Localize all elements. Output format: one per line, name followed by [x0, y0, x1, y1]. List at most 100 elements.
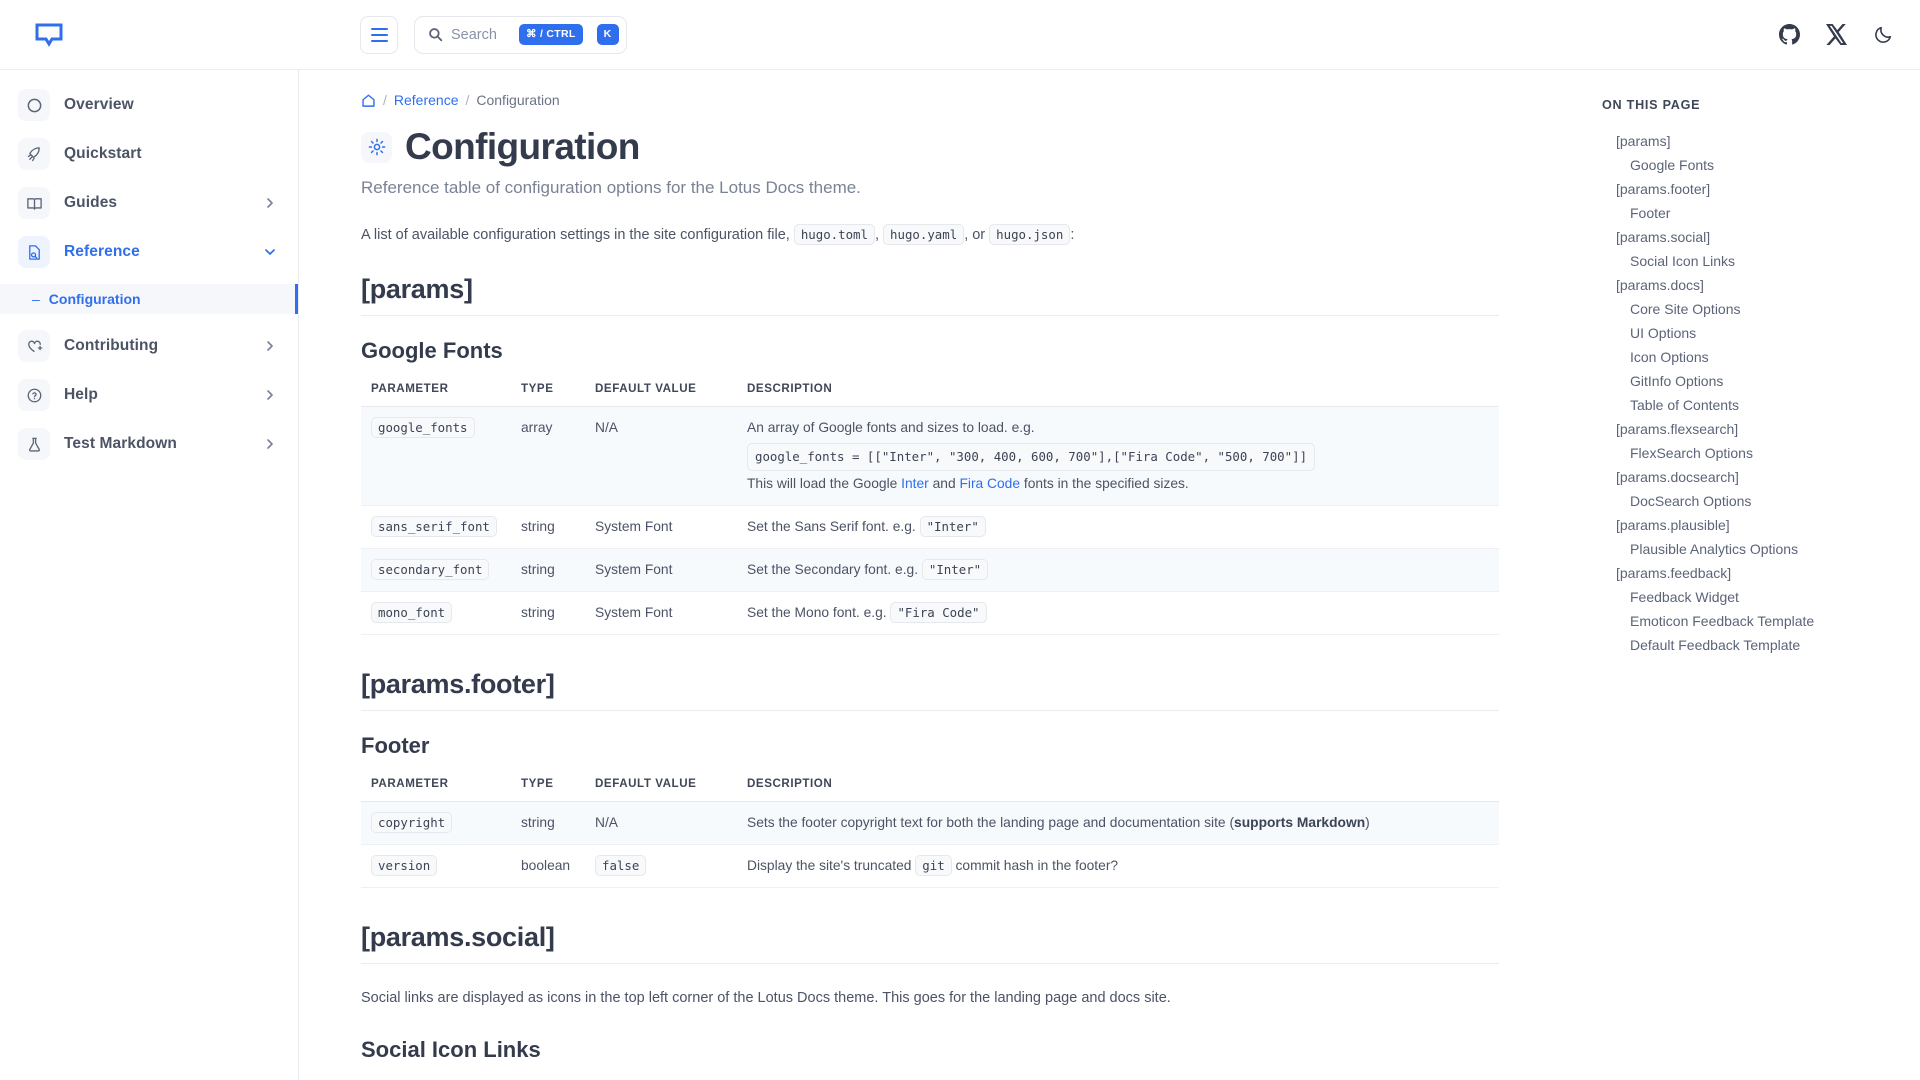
sidebar-label-overview: Overview [64, 96, 134, 114]
cell-default: false [585, 844, 737, 887]
table-row: version boolean false Display the site's… [361, 844, 1499, 887]
breadcrumb-separator-1: / [383, 92, 387, 108]
desc-bold: supports Markdown [1234, 815, 1365, 830]
sidebar-label-guides: Guides [64, 194, 117, 212]
toc-item[interactable]: Social Icon Links [1602, 249, 1890, 273]
lotus-docs-logo-icon [35, 22, 63, 48]
cell-default: N/A [585, 801, 737, 844]
sidebar-label-quickstart: Quickstart [64, 145, 142, 163]
chevron-right-icon[interactable] [264, 438, 276, 450]
breadcrumb-link-reference[interactable]: Reference [394, 92, 459, 108]
sidebar-item-contributing[interactable]: Contributing [18, 329, 276, 363]
cell-parameter: secondary_font [361, 548, 511, 591]
menu-toggle-button[interactable] [360, 16, 398, 54]
left-sidebar: Overview Quickstart Guides [0, 70, 299, 1080]
logo[interactable] [18, 22, 80, 48]
sidebar-item-guides[interactable]: Guides [18, 186, 276, 220]
toc-item[interactable]: Feedback Widget [1602, 585, 1890, 609]
page-title-row: Configuration [361, 126, 1499, 168]
main-content: / Reference / Configuration Configuratio… [299, 70, 1580, 1080]
sidebar-item-quickstart[interactable]: Quickstart [18, 137, 276, 171]
sidebar-label-reference: Reference [64, 243, 140, 261]
code-google-fonts: google_fonts [371, 417, 475, 438]
sidebar-item-help[interactable]: Help [18, 378, 276, 412]
sidebar-item-reference[interactable]: Reference [18, 235, 276, 269]
toc-item[interactable]: [params.flexsearch] [1602, 417, 1890, 441]
toc-item[interactable]: [params.footer] [1602, 177, 1890, 201]
toc-item[interactable]: [params.feedback] [1602, 561, 1890, 585]
link-inter[interactable]: Inter [901, 476, 929, 491]
book-icon [18, 187, 50, 219]
th-description: DESCRIPTION [737, 382, 1499, 407]
circle-icon [18, 89, 50, 121]
subsection-heading-footer: Footer [361, 733, 1499, 759]
toc-item[interactable]: [params.docs] [1602, 273, 1890, 297]
search-box[interactable]: Search ⌘ / CTRL K [414, 16, 627, 54]
toc-item[interactable]: [params.social] [1602, 225, 1890, 249]
code-git: git [915, 855, 951, 876]
cell-type: array [511, 406, 585, 505]
toc-item[interactable]: UI Options [1602, 321, 1890, 345]
question-circle-icon [18, 379, 50, 411]
code-version: version [371, 855, 437, 876]
cell-type: string [511, 591, 585, 634]
toc-item[interactable]: FlexSearch Options [1602, 441, 1890, 465]
desc-post: commit hash in the footer? [952, 858, 1118, 873]
config-table-footer: PARAMETER TYPE DEFAULT VALUE DESCRIPTION… [361, 777, 1499, 888]
toc-item[interactable]: Default Feedback Template [1602, 633, 1890, 657]
toc-item[interactable]: [params.plausible] [1602, 513, 1890, 537]
toc-item[interactable]: Core Site Options [1602, 297, 1890, 321]
breadcrumb-separator-2: / [465, 92, 469, 108]
desc-text: Sets the footer copyright text for both … [747, 815, 1234, 830]
cell-type: string [511, 505, 585, 548]
sidebar-label-test-markdown: Test Markdown [64, 435, 177, 453]
github-icon[interactable] [1779, 24, 1800, 45]
desc-post-1: This will load the Google [747, 476, 901, 491]
code-sans-serif-font: sans_serif_font [371, 516, 497, 537]
toc-item[interactable]: Plausible Analytics Options [1602, 537, 1890, 561]
cell-default: System Font [585, 591, 737, 634]
chevron-right-icon[interactable] [264, 340, 276, 352]
th-default-value: DEFAULT VALUE [585, 777, 737, 802]
sidebar-item-test-markdown[interactable]: Test Markdown [18, 427, 276, 461]
toc-item[interactable]: Table of Contents [1602, 393, 1890, 417]
table-head: PARAMETER TYPE DEFAULT VALUE DESCRIPTION [361, 777, 1499, 802]
toc-item[interactable]: GitInfo Options [1602, 369, 1890, 393]
toc-item[interactable]: DocSearch Options [1602, 489, 1890, 513]
toc-item[interactable]: Google Fonts [1602, 153, 1890, 177]
social-paragraph: Social links are displayed as icons in t… [361, 986, 1499, 1011]
sub-item-marker: – [32, 292, 40, 306]
cell-parameter: sans_serif_font [361, 505, 511, 548]
dark-mode-icon[interactable] [1873, 24, 1894, 45]
desc-text: Set the Mono font. e.g. [747, 605, 887, 620]
desc-text: Display the site's truncated [747, 858, 915, 873]
cell-default: N/A [585, 406, 737, 505]
sidebar-subitem-configuration[interactable]: – Configuration [0, 284, 298, 314]
sidebar-label-help: Help [64, 386, 98, 404]
search-placeholder-label: Search [451, 27, 497, 43]
table-body: copyright string N/A Sets the footer cop… [361, 801, 1499, 887]
cell-parameter: google_fonts [361, 406, 511, 505]
intro-prefix: A list of available configuration settin… [361, 227, 794, 243]
toc-item[interactable]: Icon Options [1602, 345, 1890, 369]
breadcrumb: / Reference / Configuration [361, 92, 1499, 108]
chevron-right-icon[interactable] [264, 197, 276, 209]
flask-icon [18, 428, 50, 460]
link-fira-code[interactable]: Fira Code [959, 476, 1020, 491]
chevron-right-icon[interactable] [264, 389, 276, 401]
toc-item[interactable]: Footer [1602, 201, 1890, 225]
table-body: google_fonts array N/A An array of Googl… [361, 406, 1499, 634]
subsection-heading-social-icon-links: Social Icon Links [361, 1037, 1499, 1063]
toc-item[interactable]: Emoticon Feedback Template [1602, 609, 1890, 633]
x-twitter-icon[interactable] [1826, 24, 1847, 45]
th-parameter: PARAMETER [361, 777, 511, 802]
desc-text: Set the Sans Serif font. e.g. [747, 519, 916, 534]
toc-item[interactable]: [params.docsearch] [1602, 465, 1890, 489]
shortcut-badge-primary: ⌘ / CTRL [519, 24, 583, 45]
chevron-down-icon[interactable] [264, 246, 276, 258]
toc-item[interactable]: [params] [1602, 129, 1890, 153]
intro-suffix: : [1070, 227, 1074, 243]
sidebar-item-overview[interactable]: Overview [18, 88, 276, 122]
home-icon[interactable] [361, 93, 376, 108]
sidebar-label-contributing: Contributing [64, 337, 158, 355]
